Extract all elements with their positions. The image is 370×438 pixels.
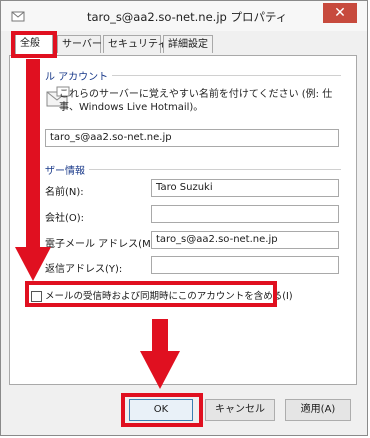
- window-title: taro_s@aa2.so-net.ne.jp プロパティ: [87, 10, 288, 24]
- tab-advanced[interactable]: 詳細設定: [163, 35, 213, 53]
- name-label: 名前(N):: [45, 187, 84, 198]
- reply-label: 返信アドレス(Y):: [45, 264, 123, 275]
- mail-app-icon: [11, 11, 25, 22]
- close-button[interactable]: ✕: [323, 3, 357, 23]
- arrow-down-icon: [140, 351, 180, 389]
- tab-advanced-label: 詳細設定: [168, 39, 208, 50]
- checkbox-highlight: [25, 281, 277, 307]
- title-bar: taro_s@aa2.so-net.ne.jp プロパティ ✕: [1, 1, 367, 31]
- tab-security-label: セキュリティ: [108, 39, 168, 50]
- section-divider: [81, 169, 341, 170]
- general-tab-highlight: [11, 31, 57, 58]
- tab-servers-label: サーバー: [62, 39, 102, 50]
- mail-account-section-label: ル アカウント: [45, 68, 113, 83]
- close-icon: ✕: [334, 5, 346, 21]
- arrow-shaft-left: [26, 59, 40, 249]
- account-help-text: これらのサーバーに覚えやすい名前を付けてください (例: 仕事、Windows …: [59, 89, 333, 113]
- user-info-section-label: ザー情報: [45, 162, 89, 177]
- ok-button-highlight: [121, 393, 203, 427]
- section-divider: [91, 75, 341, 76]
- company-field[interactable]: [151, 205, 339, 223]
- tab-servers[interactable]: サーバー: [57, 35, 102, 53]
- properties-dialog: taro_s@aa2.so-net.ne.jp プロパティ ✕ 全般 サーバー …: [0, 0, 368, 436]
- email-label: 電子メール アドレス(M):: [45, 239, 158, 250]
- apply-button[interactable]: 適用(A): [285, 399, 351, 421]
- cancel-button[interactable]: キャンセル: [205, 399, 275, 421]
- email-field[interactable]: taro_s@aa2.so-net.ne.jp: [151, 231, 339, 249]
- tab-security[interactable]: セキュリティ: [103, 35, 167, 53]
- company-label: 会社(O):: [45, 213, 85, 224]
- reply-field[interactable]: [151, 256, 339, 274]
- name-field[interactable]: Taro Suzuki: [151, 179, 339, 197]
- account-name-field[interactable]: taro_s@aa2.so-net.ne.jp: [45, 129, 339, 147]
- arrow-shaft-bottom: [152, 319, 168, 353]
- arrow-down-icon: [15, 247, 51, 281]
